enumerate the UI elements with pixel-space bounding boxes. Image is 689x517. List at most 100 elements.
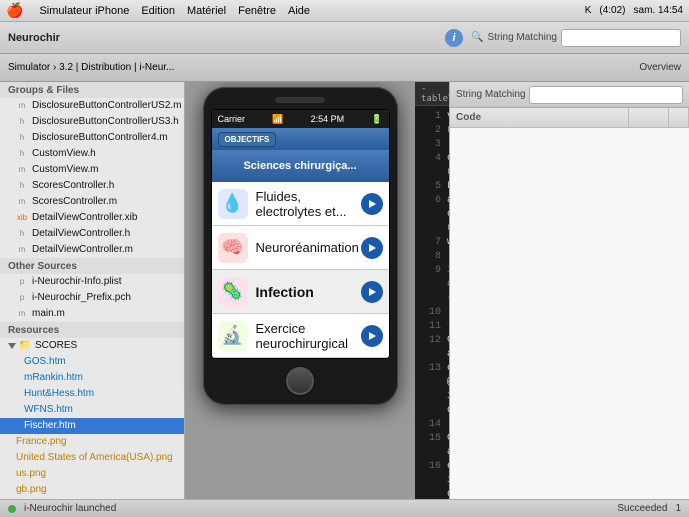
phone-list-item-2[interactable]: 🦠 Infection bbox=[212, 270, 389, 314]
materiel-menu-item[interactable]: Matériel bbox=[187, 5, 226, 17]
breadcrumb: Simulator › 3.2 | Distribution | i-Neur.… bbox=[8, 62, 174, 73]
h-file-icon2: h bbox=[16, 132, 28, 144]
code-line-14: 14 bbox=[421, 418, 443, 432]
sidebar-item-wfns[interactable]: WFNS.htm bbox=[0, 402, 184, 418]
sidebar-item-hunthess[interactable]: Hunt&Hess.htm bbox=[0, 386, 184, 402]
m-file-icon2: m bbox=[16, 164, 28, 176]
code-line-13: 13 eName: @"Hunt&Hess"];// initie avec l… bbox=[421, 362, 443, 418]
phone-item-text-3: Exercice neurochirurgical bbox=[256, 321, 361, 351]
code-content[interactable]: 1 value; 2 roughfare"; 3 4 objectAtIndex… bbox=[415, 106, 449, 499]
string-matching-label: String Matching bbox=[456, 89, 525, 100]
code-line-15: 15 Controller alloc] bbox=[421, 432, 443, 460]
sidebar-item-scores[interactable]: h ScoresController.h bbox=[0, 178, 184, 194]
search-label: String Matching bbox=[488, 32, 557, 43]
sidebar-item-prefix[interactable]: p i-Neurochir_Prefix.pch bbox=[0, 290, 184, 306]
search-input[interactable] bbox=[561, 29, 681, 47]
sidebar-item-disclosure3[interactable]: h DisclosureButtonController4.m bbox=[0, 130, 184, 146]
phone-list-item-0[interactable]: 💧 Fluides, electrolytes et... bbox=[212, 182, 389, 226]
menubar-left: 🍎 Simulateur iPhone Edition Matériel Fen… bbox=[6, 2, 310, 19]
menubar-datetime: sam. 14:54 bbox=[634, 5, 683, 16]
objectifs-tab[interactable]: OBJECTIFS bbox=[218, 132, 277, 147]
succeeded-count: 1 bbox=[675, 503, 681, 514]
h-file-icon: h bbox=[16, 116, 28, 128]
app-title: Neurochir bbox=[8, 32, 60, 44]
search-icon: 🔍 bbox=[471, 32, 483, 43]
code-line-10: 10 bbox=[421, 306, 443, 320]
iphone-speaker bbox=[275, 97, 325, 103]
sidebar-item-detailm[interactable]: m DetailViewController.m bbox=[0, 242, 184, 258]
phone-status-bar: Carrier 📶 2:54 PM 🔋 bbox=[212, 110, 389, 128]
neurochir-status: i-Neurochir launched bbox=[24, 503, 116, 514]
phone-item-icon-3: 🔬 bbox=[218, 321, 248, 351]
disclosure-chevron-2 bbox=[361, 281, 383, 303]
sidebar-item-plist[interactable]: p i-Neurochir-Info.plist bbox=[0, 274, 184, 290]
folder-triangle-icon bbox=[8, 343, 16, 349]
edition-menu-item[interactable]: Edition bbox=[141, 5, 175, 17]
code-line-6: 6 ay objectAtIndex:indexPath.row] retain… bbox=[421, 194, 443, 236]
phone-list: 💧 Fluides, electrolytes et... 🧠 Neuroréa… bbox=[212, 182, 389, 358]
h-file-icon3: h bbox=[16, 148, 28, 160]
right-panel: String Matching Code bbox=[449, 82, 689, 499]
wifi-icon: 📶 bbox=[272, 114, 283, 125]
col-headers: Code bbox=[450, 108, 689, 128]
search-area: 🔍 String Matching bbox=[471, 29, 681, 47]
breadcrumb-toolbar: Simulator › 3.2 | Distribution | i-Neur.… bbox=[0, 54, 689, 82]
disclosure-chevron-3 bbox=[361, 325, 383, 347]
phone-time: 2:54 PM bbox=[311, 114, 345, 124]
status-bar: i-Neurochir launched Succeeded 1 bbox=[0, 499, 689, 517]
iphone-speaker-area bbox=[211, 97, 390, 103]
sidebar-item-mrankin[interactable]: mRankin.htm bbox=[0, 370, 184, 386]
code-line-4: 4 objectAtIndex:indexPath.row] retain]; bbox=[421, 152, 443, 180]
phone-item-text-0: Fluides, electrolytes et... bbox=[256, 189, 361, 219]
aide-menu-item[interactable]: Aide bbox=[288, 5, 310, 17]
sidebar-item-fischer[interactable]: Fischer.htm bbox=[0, 418, 184, 434]
string-search-input[interactable] bbox=[529, 86, 683, 104]
sidebar-item-gb[interactable]: gb.png bbox=[0, 482, 184, 498]
phone-list-item-1[interactable]: 🧠 Neuroréanimation bbox=[212, 226, 389, 270]
sidebar-item-detailxib[interactable]: xib DetailViewController.xib bbox=[0, 210, 184, 226]
sidebar-item-customview[interactable]: h CustomView.h bbox=[0, 146, 184, 162]
menubar-time: (4:02) bbox=[599, 5, 625, 16]
apple-logo-icon[interactable]: 🍎 bbox=[6, 2, 23, 19]
sidebar-item-disclosure1[interactable]: m DisclosureButtonControllerUS2.m bbox=[0, 98, 184, 114]
phone-item-icon-1: 🧠 bbox=[218, 233, 248, 263]
sidebar-item-us[interactable]: us.png bbox=[0, 466, 184, 482]
phone-item-icon-2: 🦠 bbox=[218, 277, 248, 307]
code-line-3: 3 bbox=[421, 138, 443, 152]
disclosure-chevron-1 bbox=[361, 237, 383, 259]
overview-tab[interactable]: Overview bbox=[639, 62, 681, 73]
sidebar-item-scoresm[interactable]: m ScoresController.m bbox=[0, 194, 184, 210]
col-header-code: Code bbox=[450, 108, 629, 127]
code-line-8: 8 bbox=[421, 250, 443, 264]
code-line-16: 16 eName: @"WFNS"];// initie avec le dis… bbox=[421, 460, 443, 499]
sidebar-item-scores-folder[interactable]: 📁 SCORES bbox=[0, 338, 184, 354]
sidebar-item-usa[interactable]: United States of America(USA).png bbox=[0, 450, 184, 466]
code-editor: -tableView:didSelectRowAtIndexPath: C ▾ … bbox=[415, 82, 449, 499]
phone-item-text-1: Neuroréanimation bbox=[256, 240, 361, 255]
sidebar-item-gos[interactable]: GOS.htm bbox=[0, 354, 184, 370]
iphone-home-button[interactable] bbox=[286, 367, 314, 395]
sidebar-item-customviewm[interactable]: m CustomView.m bbox=[0, 162, 184, 178]
info-button[interactable]: i bbox=[445, 29, 463, 47]
code-line-1: 1 value; bbox=[421, 110, 443, 124]
content-area: Groups & Files m DisclosureButtonControl… bbox=[0, 82, 689, 499]
sidebar: Groups & Files m DisclosureButtonControl… bbox=[0, 82, 185, 499]
iphone-device: Carrier 📶 2:54 PM 🔋 OBJECTIFS Sciences c… bbox=[203, 87, 398, 405]
code-toolbar: -tableView:didSelectRowAtIndexPath: C ▾ … bbox=[415, 82, 449, 106]
app-menu-item[interactable]: Simulateur iPhone bbox=[39, 5, 129, 17]
iphone-screen[interactable]: Carrier 📶 2:54 PM 🔋 OBJECTIFS Sciences c… bbox=[211, 109, 390, 359]
code-line-2: 2 roughfare"; bbox=[421, 124, 443, 138]
code-line-9: 9 iew didSelectRowAtIndexPath:(NSIndexPa… bbox=[421, 264, 443, 306]
col-header-xs bbox=[669, 108, 689, 127]
sidebar-item-disclosure2[interactable]: h DisclosureButtonControllerUS3.h bbox=[0, 114, 184, 130]
sidebar-item-main[interactable]: m main.m bbox=[0, 306, 184, 322]
search-results[interactable] bbox=[450, 128, 689, 499]
code-line-12: 12 Controller alloc] bbox=[421, 334, 443, 362]
phone-list-item-3[interactable]: 🔬 Exercice neurochirurgical bbox=[212, 314, 389, 358]
sidebar-item-detailh[interactable]: h DetailViewController.h bbox=[0, 226, 184, 242]
phone-nav-bar: Sciences chirurgiça... bbox=[212, 150, 389, 182]
menubar: 🍎 Simulateur iPhone Edition Matériel Fen… bbox=[0, 0, 689, 22]
menubar-right: K (4:02) sam. 14:54 bbox=[585, 5, 683, 16]
sidebar-item-france[interactable]: France.png bbox=[0, 434, 184, 450]
fenetre-menu-item[interactable]: Fenêtre bbox=[238, 5, 276, 17]
